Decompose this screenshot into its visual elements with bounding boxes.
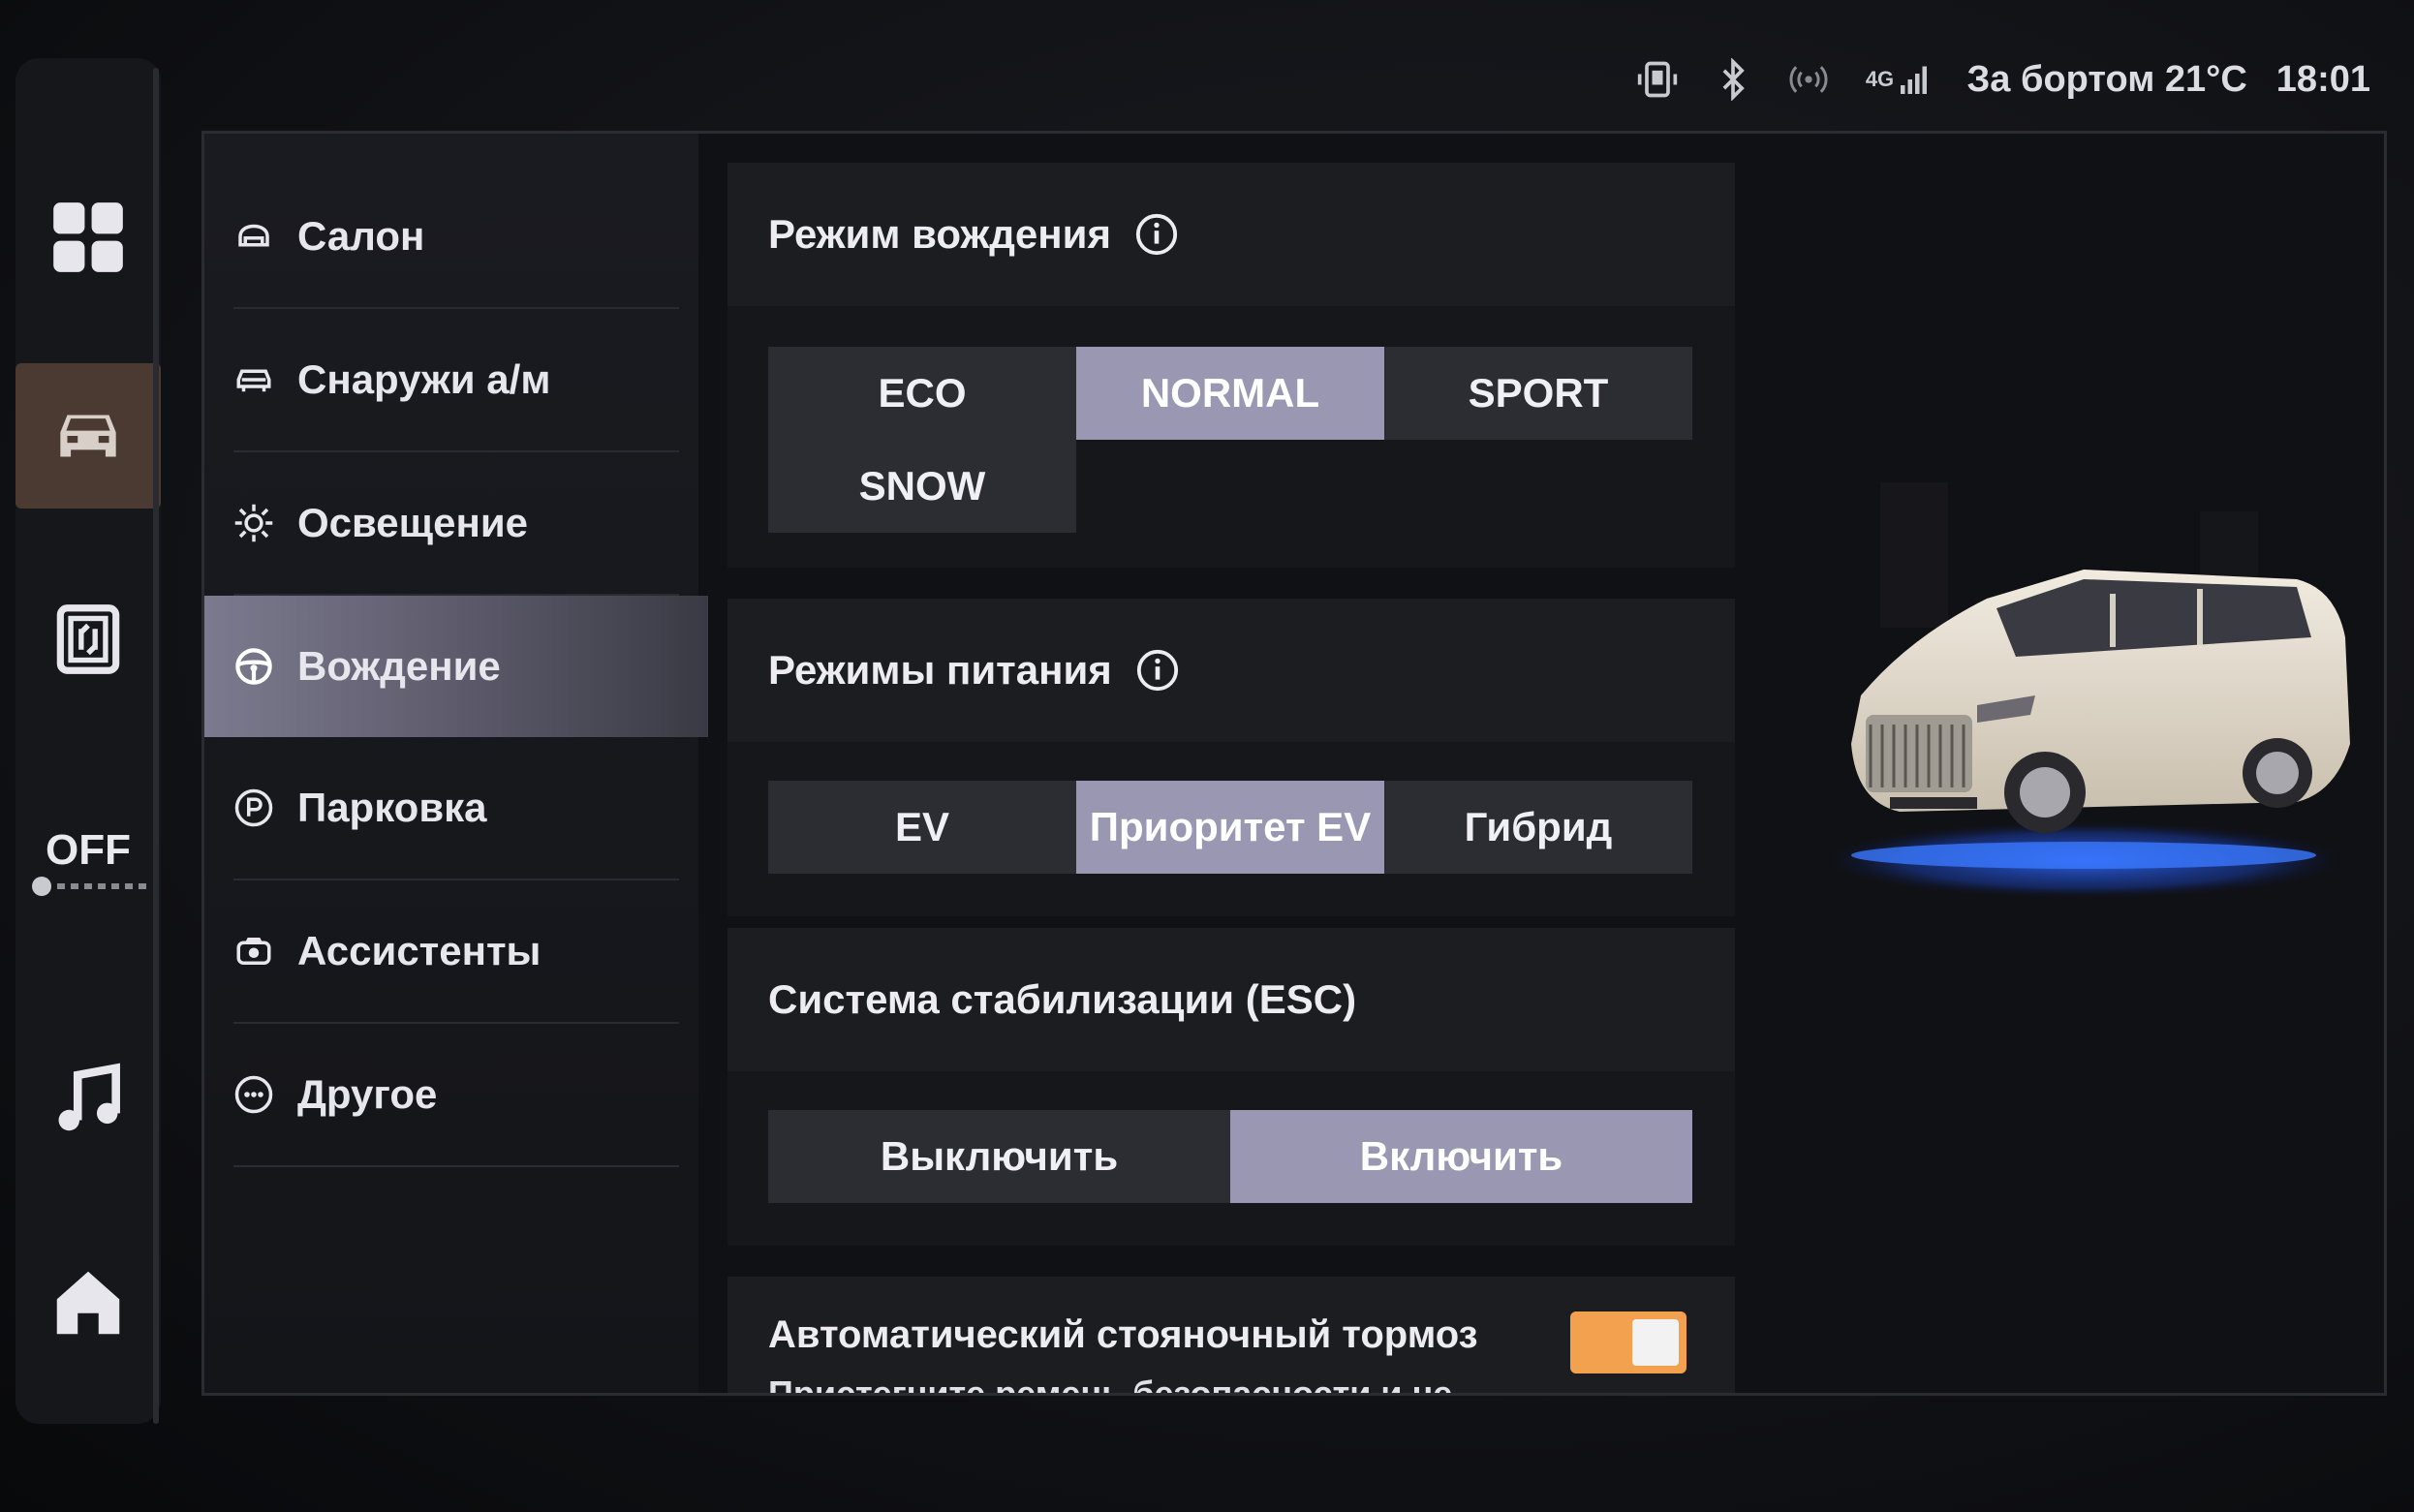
climate-off-label: OFF [46, 826, 131, 874]
power-ev-button[interactable]: EV [768, 781, 1076, 874]
bluetooth-icon[interactable] [1710, 56, 1756, 103]
power-mode-selector: EV Приоритет EV Гибрид [768, 781, 1692, 874]
menu-item-parking[interactable]: Парковка [233, 737, 679, 880]
menu-item-label: Другое [297, 1071, 438, 1117]
vehicle-illustration [1793, 289, 2374, 1044]
home-button[interactable] [15, 1230, 161, 1375]
power-mode-title: Режимы питания [768, 647, 1112, 693]
menu-item-assistants[interactable]: Ассистенты [233, 880, 679, 1024]
steering-wheel-icon [233, 646, 274, 687]
cabin-icon [233, 216, 274, 257]
esc-off-button[interactable]: Выключить [768, 1110, 1230, 1203]
driving-mode-selector: ECO NORMAL SPORT SNOW [768, 347, 1692, 533]
menu-item-exterior[interactable]: Снаружи а/м [233, 309, 679, 452]
manual-book-icon [56, 604, 120, 674]
side-dock: OFF [15, 58, 161, 1424]
mode-eco-button[interactable]: ECO [768, 347, 1076, 440]
menu-item-lighting[interactable]: Освещение [233, 452, 679, 596]
driving-mode-title: Режим вождения [768, 211, 1111, 257]
driving-mode-info-icon[interactable] [1134, 212, 1179, 257]
auto-parking-brake-description: Пристегните ремень безопасности и не [768, 1373, 1453, 1396]
esc-title: Система стабилизации (ESC) [768, 976, 1357, 1022]
vehicle-settings-button[interactable] [15, 363, 161, 509]
toggle-knob [1632, 1319, 1679, 1366]
menu-item-other[interactable]: Другое [233, 1024, 679, 1167]
mode-normal-button[interactable]: NORMAL [1076, 347, 1384, 440]
auto-parking-brake-toggle[interactable] [1570, 1311, 1687, 1373]
car-icon [60, 415, 116, 457]
cellular-4g-icon: 4G [1861, 56, 1938, 103]
auto-parking-brake-row: Автоматический стояночный тормоз Пристег… [727, 1277, 1735, 1396]
menu-item-label: Вождение [297, 643, 501, 689]
driving-settings: Режим вождения ECO NORMAL SPORT SNOW Реж… [727, 134, 1745, 1393]
auto-parking-brake-title: Автоматический стояночный тормоз [768, 1313, 1478, 1356]
screen: 4G За бортом 21°C 18:01 OFF Салон Снаруж… [0, 0, 2414, 1512]
apps-grid-button[interactable] [15, 165, 161, 310]
power-mode-header: Режимы питания [727, 599, 1735, 742]
esc-body: Выключить Включить [727, 1071, 1735, 1246]
phone-projection-icon[interactable] [1634, 56, 1681, 103]
climate-fan-icon [32, 877, 146, 896]
menu-item-label: Салон [297, 213, 425, 259]
menu-item-label: Ассистенты [297, 928, 542, 973]
clock: 18:01 [2275, 58, 2370, 100]
driving-mode-header: Режим вождения [727, 163, 1735, 306]
dock-divider [153, 68, 159, 1424]
sun-light-icon [233, 503, 274, 543]
car-exterior-icon [233, 359, 274, 400]
minivan-image [1822, 482, 2350, 899]
music-note-icon [58, 1063, 120, 1131]
mode-snow-button[interactable]: SNOW [768, 440, 1076, 533]
menu-item-label: Освещение [297, 500, 528, 545]
more-dots-icon [233, 1074, 274, 1115]
power-hybrid-button[interactable]: Гибрид [1384, 781, 1692, 874]
climate-button[interactable]: OFF [15, 789, 161, 935]
esc-selector: Выключить Включить [768, 1110, 1692, 1203]
manual-button[interactable] [15, 567, 161, 712]
power-mode-body: EV Приоритет EV Гибрид [727, 742, 1735, 916]
esc-header: Система стабилизации (ESC) [727, 928, 1735, 1071]
home-icon [56, 1271, 120, 1335]
menu-item-label: Снаружи а/м [297, 356, 551, 402]
power-ev-priority-button[interactable]: Приоритет EV [1076, 781, 1384, 874]
assistant-camera-icon [233, 931, 274, 972]
driving-mode-body: ECO NORMAL SPORT SNOW [727, 306, 1735, 568]
power-mode-info-icon[interactable] [1135, 648, 1180, 693]
parking-icon [233, 787, 274, 828]
network-label: 4G [1865, 67, 1895, 91]
mode-sport-button[interactable]: SPORT [1384, 347, 1692, 440]
apps-grid-icon [53, 202, 123, 272]
wireless-signal-icon [1785, 56, 1832, 103]
status-bar: 4G За бортом 21°C 18:01 [1634, 50, 2370, 108]
menu-item-driving[interactable]: Вождение [204, 596, 708, 737]
menu-item-label: Парковка [297, 785, 487, 830]
music-button[interactable] [15, 1027, 161, 1172]
menu-item-salon[interactable]: Салон [233, 166, 679, 309]
esc-on-button[interactable]: Включить [1230, 1110, 1692, 1203]
settings-panel: Салон Снаружи а/м Освещение Вождение Пар… [201, 131, 2387, 1396]
outside-temperature: За бортом 21°C [1966, 58, 2247, 100]
settings-menu: Салон Снаружи а/м Освещение Вождение Пар… [204, 134, 708, 1393]
